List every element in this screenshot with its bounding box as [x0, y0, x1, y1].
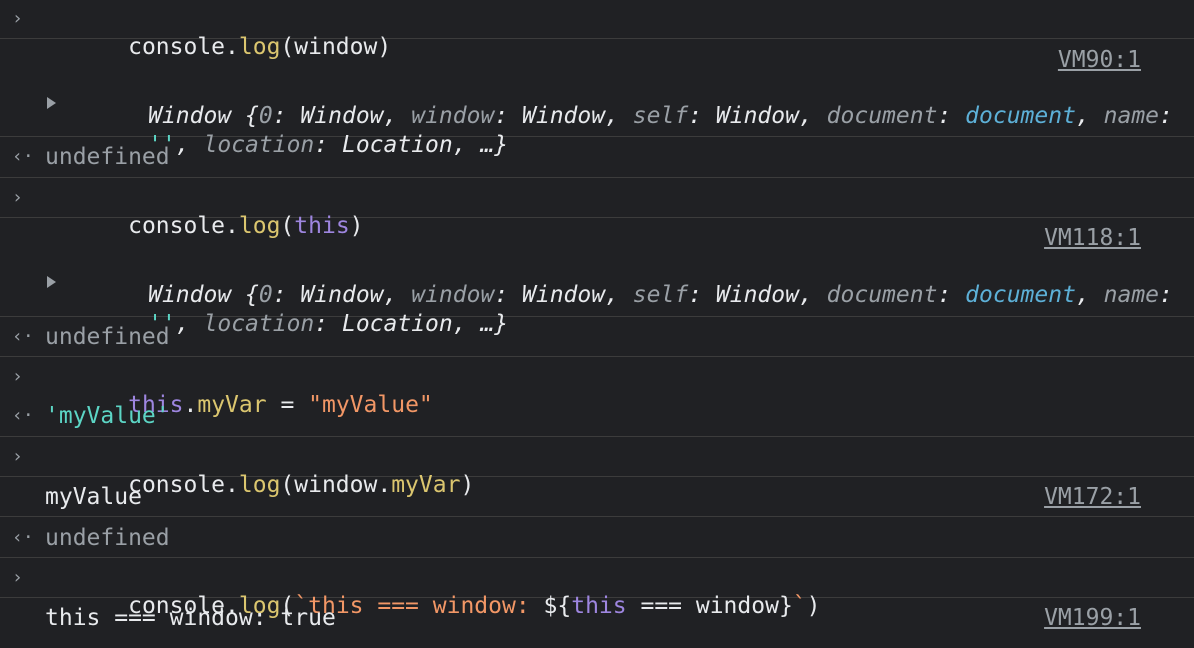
return-arrow-icon: ‹· [12, 527, 34, 548]
console-input-row[interactable]: › console.log(this) [0, 178, 1194, 239]
log-output-text: this === window: true [45, 605, 336, 631]
console-output-row: myValue VM172:1 [0, 477, 1194, 517]
console-return-row: ‹· undefined [0, 137, 1194, 178]
console-output-row: VM118:1 Window {0: Window, window: Windo… [0, 218, 1194, 337]
console-return-row: ‹· undefined [0, 517, 1194, 558]
source-link[interactable]: VM199:1 [1044, 604, 1141, 632]
source-link[interactable]: VM172:1 [1044, 483, 1141, 511]
prompt-chevron-icon: › [12, 366, 23, 387]
prompt-chevron-icon: › [12, 8, 23, 29]
console-input-row[interactable]: › this.myVar = "myValue" ‹· 'myValue' [0, 357, 1194, 437]
expand-triangle-icon[interactable] [47, 276, 56, 288]
console-output-row: this === window: true VM199:1 [0, 598, 1194, 638]
log-output-text: myValue [45, 484, 142, 510]
prompt-chevron-icon: › [12, 446, 23, 467]
console-return-row: ‹· undefined [0, 317, 1194, 357]
console-input-row[interactable]: › console.log(`this === window: ${this =… [0, 558, 1194, 619]
return-value: undefined [45, 525, 170, 551]
return-value: undefined [45, 144, 170, 170]
devtools-console: › console.log(window) VM90:1 Window {0: … [0, 0, 1194, 638]
console-output-row: VM90:1 Window {0: Window, window: Window… [0, 39, 1194, 158]
return-value: undefined [45, 324, 170, 350]
prompt-chevron-icon: › [12, 187, 23, 208]
return-arrow-icon: ‹· [12, 146, 34, 167]
return-value: 'myValue' [45, 403, 170, 429]
source-link[interactable]: VM90:1 [1058, 46, 1141, 74]
console-input-row[interactable]: › console.log(window.myVar) [0, 437, 1194, 498]
expand-triangle-icon[interactable] [47, 97, 56, 109]
console-input-row[interactable]: › console.log(window) [0, 0, 1194, 60]
source-link[interactable]: VM118:1 [1044, 224, 1141, 252]
prompt-chevron-icon: › [12, 567, 23, 588]
return-arrow-icon: ‹· [12, 326, 34, 347]
return-arrow-icon: ‹· [12, 405, 34, 426]
